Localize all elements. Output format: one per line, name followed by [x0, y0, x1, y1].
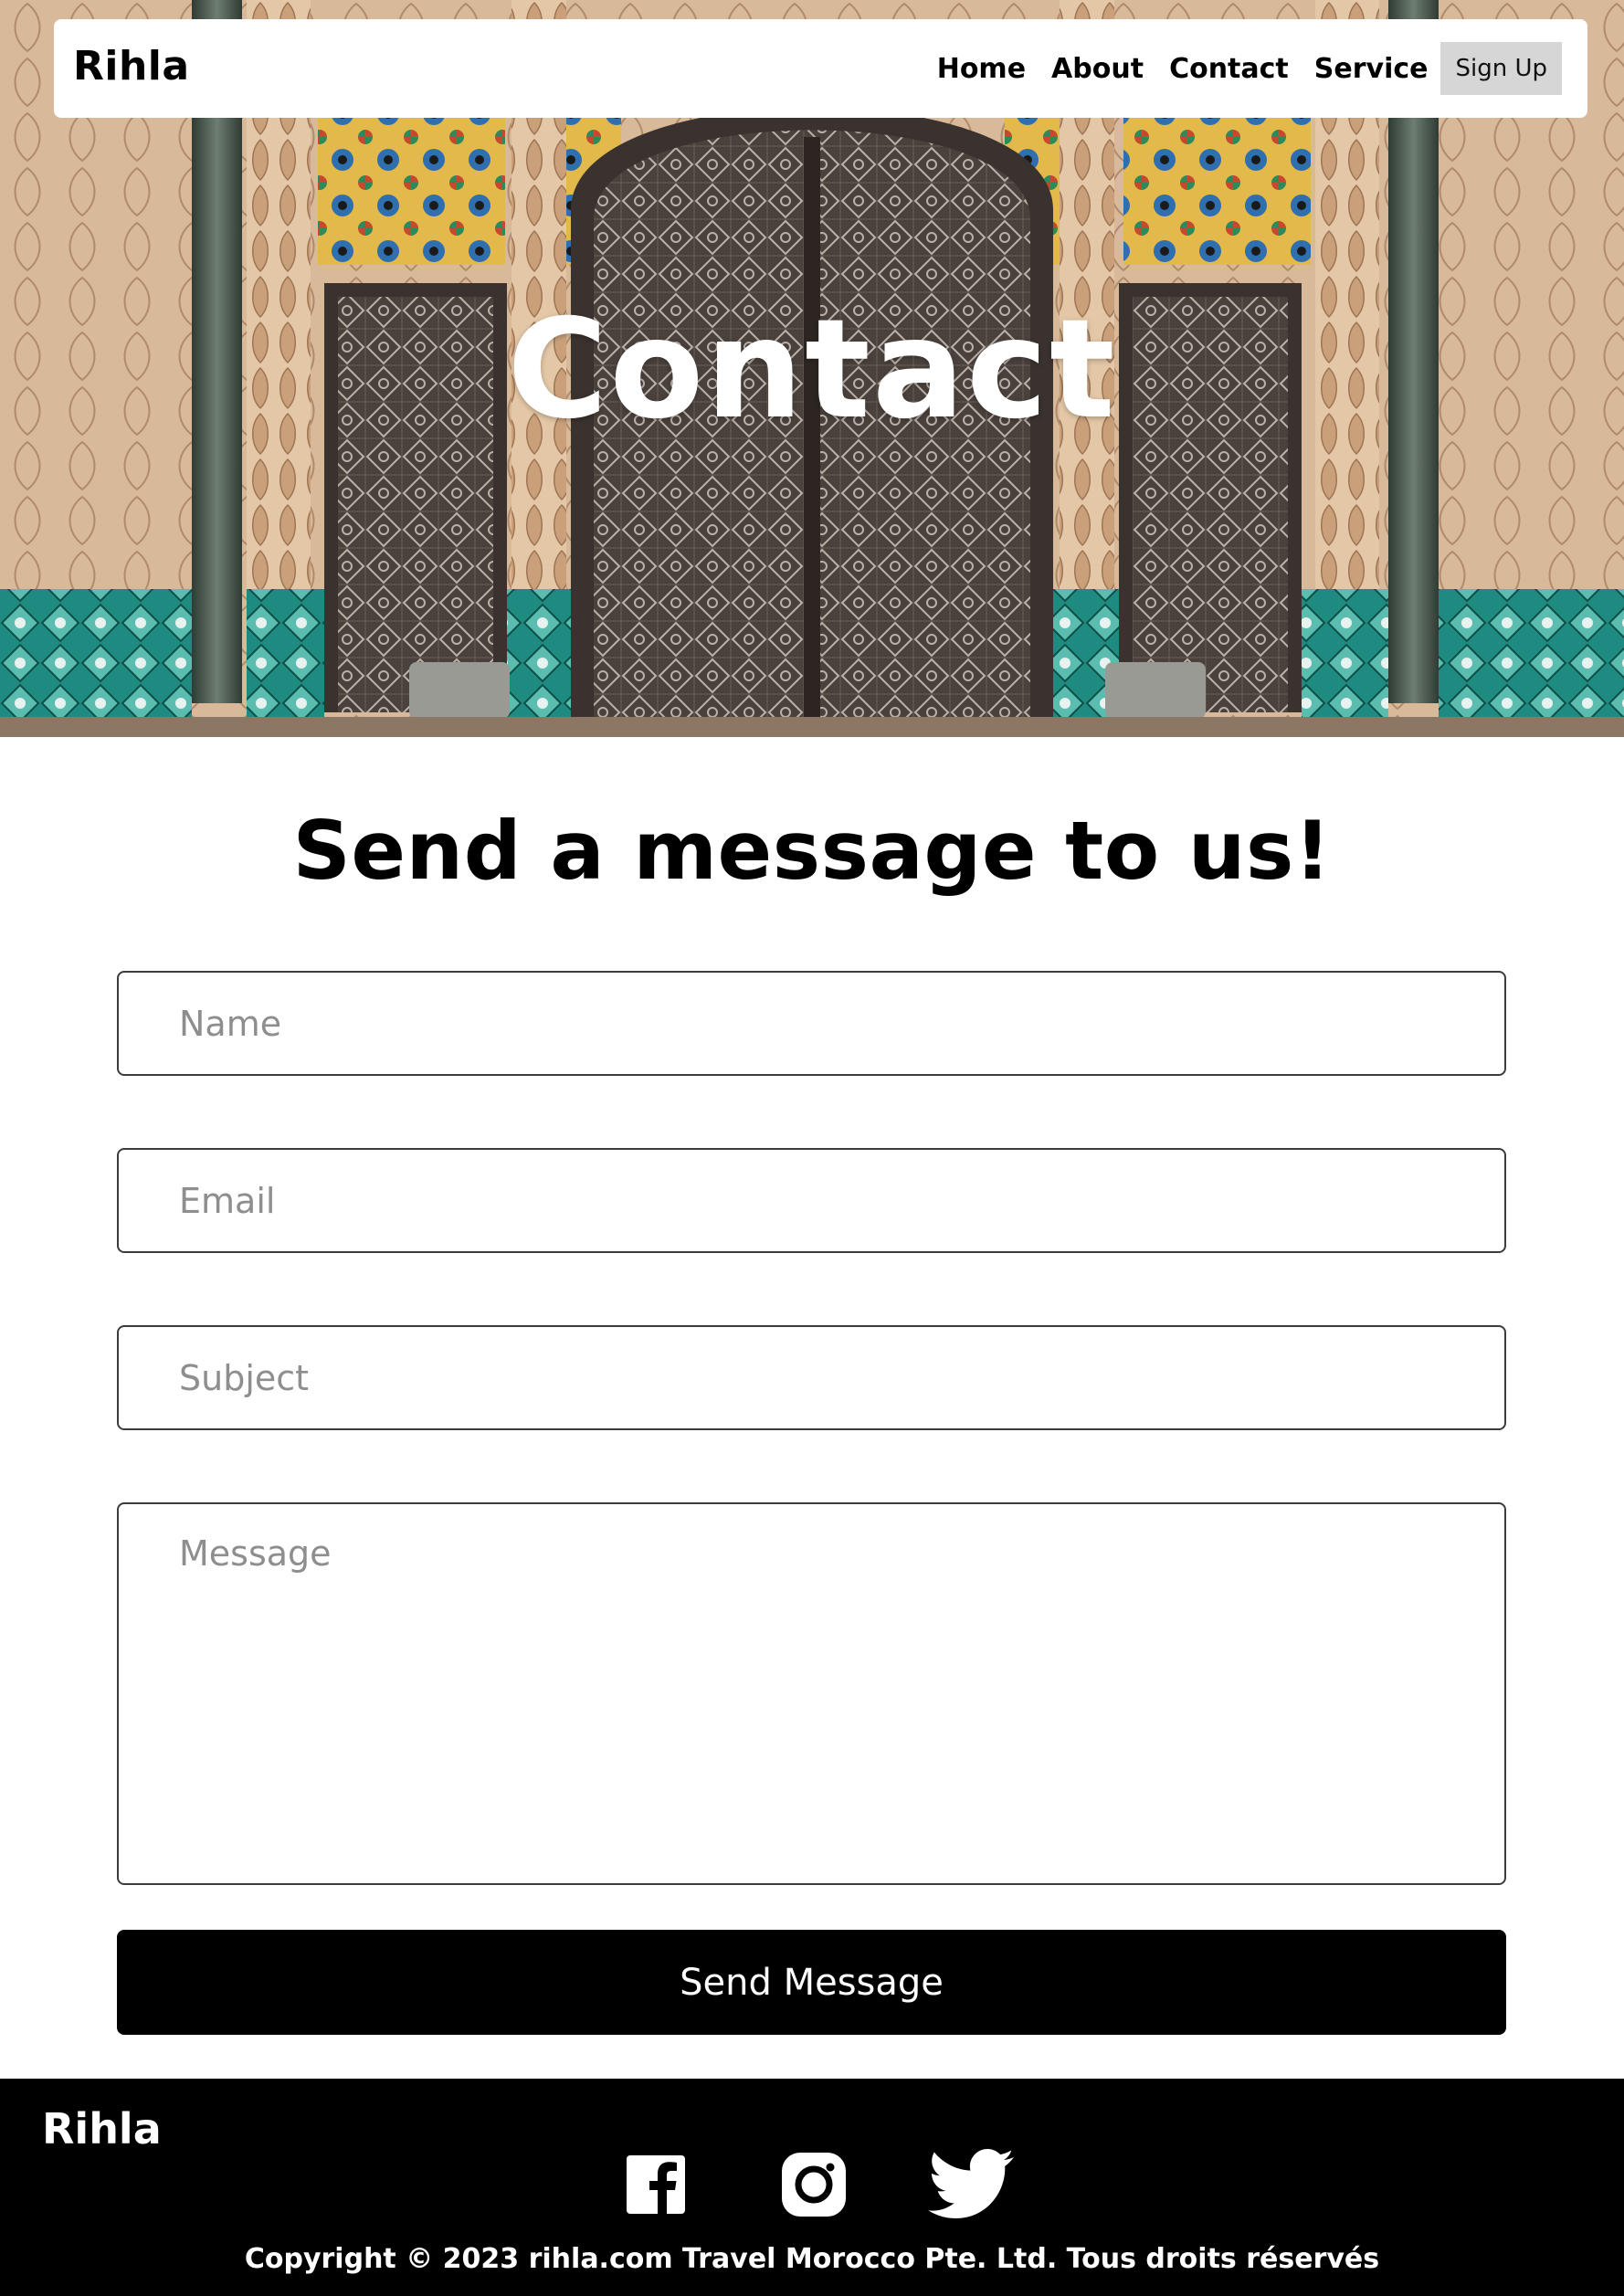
- send-message-button[interactable]: Send Message: [117, 1930, 1506, 2035]
- copyright-text: Copyright © 2023 rihla.com Travel Morocc…: [244, 2243, 1380, 2275]
- footer-brand: Rihla: [42, 2104, 162, 2154]
- name-input[interactable]: [117, 971, 1506, 1076]
- brand-logo[interactable]: Rihla: [73, 43, 190, 90]
- footer: Rihla Copyright © 2023 rihla.com Travel …: [0, 2079, 1624, 2296]
- facebook-icon[interactable]: [619, 2148, 692, 2221]
- hero-banner: Rihla Home About Contact Service Sign Up…: [0, 0, 1624, 737]
- email-input[interactable]: [117, 1148, 1506, 1253]
- nav-link-about[interactable]: About: [1051, 53, 1144, 85]
- nav-link-contact[interactable]: Contact: [1169, 53, 1289, 85]
- nav-links: Home About Contact Service Sign Up: [937, 42, 1562, 95]
- hero-title: Contact: [507, 290, 1117, 449]
- form-heading: Send a message to us!: [292, 804, 1332, 898]
- instagram-icon[interactable]: [777, 2148, 850, 2221]
- navbar: Rihla Home About Contact Service Sign Up: [54, 19, 1587, 118]
- message-textarea[interactable]: [117, 1502, 1506, 1885]
- nav-link-service[interactable]: Service: [1314, 53, 1429, 85]
- subject-input[interactable]: [117, 1325, 1506, 1430]
- signup-button[interactable]: Sign Up: [1440, 42, 1562, 95]
- nav-link-home[interactable]: Home: [937, 53, 1026, 85]
- twitter-icon[interactable]: [928, 2148, 1016, 2221]
